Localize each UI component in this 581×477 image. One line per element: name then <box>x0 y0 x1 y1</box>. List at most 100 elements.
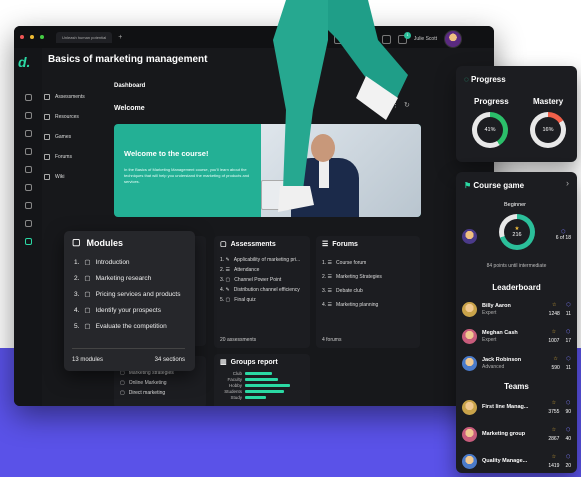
list-item[interactable]: 3. ☰ Debate club <box>316 286 420 296</box>
module-item-label: Identify your prospects <box>95 306 161 314</box>
alert-icon[interactable] <box>24 148 32 155</box>
mastery-ring: 16% <box>530 112 566 148</box>
document-icon: ▢ <box>84 323 91 330</box>
until-label: 84 points until intermediate <box>486 263 547 269</box>
team-row[interactable]: Quality Manage... ☆ 1419 ⬡ 20 <box>456 448 577 475</box>
list-item[interactable]: 3. ▢ Channel Power Point <box>214 275 310 285</box>
module-item[interactable]: 1. ▢ Introduction <box>64 254 195 270</box>
user-avatar <box>462 356 477 371</box>
progress-value: 41% <box>477 117 503 143</box>
document-icon: ▢ <box>84 307 91 314</box>
star-icon: ☆ <box>551 399 557 406</box>
list-item[interactable]: 4. ✎ Distribution channel efficiency <box>214 285 310 295</box>
groups-report-label: Hobby <box>228 382 242 388</box>
maximize-dot[interactable] <box>40 35 44 39</box>
document-icon <box>44 94 50 100</box>
user-avatar[interactable] <box>444 30 462 48</box>
list-item-label: Online Marketing <box>128 380 167 386</box>
list-icon: ☰ <box>322 241 329 248</box>
entry-points: 1248 <box>548 310 560 317</box>
groups-report-bar <box>245 377 278 381</box>
entry-points: 1007 <box>548 337 560 344</box>
groups-report-row: Study <box>218 394 310 400</box>
leaderboard-title: Leaderboard <box>492 283 541 292</box>
module-item-label: Marketing research <box>95 274 152 282</box>
settings-icon[interactable] <box>24 220 32 227</box>
team-row[interactable]: First line Manag... ☆ 3755 ⬡ 90 <box>456 394 577 421</box>
leaderboard-row[interactable]: Billy Aaron Expert ☆ 1248 ⬡ 11 <box>456 296 577 323</box>
leaderboard-row[interactable]: Jack Robinson Advanced ☆ 590 ⬡ 11 <box>456 350 577 377</box>
list-item[interactable]: 2. ☰ Attendance <box>214 265 310 275</box>
list-item[interactable]: 2. ☰ Marketing Strategies <box>316 272 420 282</box>
entry-values: ☆ 1419 ⬡ 20 <box>548 453 571 471</box>
group-icon[interactable] <box>24 202 32 209</box>
minimize-dot[interactable] <box>30 35 34 39</box>
points-col: ☆ 1419 <box>548 453 559 471</box>
shield-icon: ⬡ <box>566 453 571 460</box>
entry-name: Billy Aaron Expert <box>482 303 544 317</box>
forums-panel: ☰ Forums 1. ☰ Course forum 2. ☰ Marketing… <box>316 236 420 348</box>
sidebar-item-resources[interactable]: Resources <box>44 114 104 120</box>
list-item-label: Marketing Strategies <box>336 274 382 280</box>
document-icon: ▢ <box>220 241 227 248</box>
sidebar-item-forums[interactable]: Forums <box>44 154 104 160</box>
grid-icon[interactable] <box>24 184 32 191</box>
games-icon <box>44 134 50 140</box>
star-icon: ☆ <box>553 355 558 362</box>
module-item[interactable]: 3. ▢ Pricing services and products <box>64 286 195 302</box>
list-item[interactable]: ▢ Online Marketing <box>114 378 206 388</box>
list-item[interactable]: 5. ▢ Final quiz <box>214 295 310 305</box>
stats-icon[interactable] <box>24 112 32 119</box>
leaderboard-row[interactable]: Meghan Cash Expert ☆ 1007 ⬡ 17 <box>456 323 577 350</box>
assessments-title-text: Assessments <box>230 240 276 248</box>
points-center: ★ 216 <box>504 219 530 245</box>
entry-name: First line Manag... <box>482 404 543 411</box>
entry-name-text: Meghan Cash <box>482 329 518 336</box>
module-item[interactable]: 2. ▢ Marketing research <box>64 270 195 286</box>
sections-count: 34 sections <box>154 357 185 363</box>
entry-badges: 11 <box>565 364 571 371</box>
user-icon[interactable] <box>24 166 32 173</box>
points-col: ☆ 590 <box>551 355 559 373</box>
modules-card: ▢ Modules 1. ▢ Introduction 2. ▢ Marketing … <box>64 231 195 371</box>
home-icon[interactable] <box>24 94 32 101</box>
modules-footer: 13 modules 34 sections <box>72 357 185 363</box>
list-item[interactable]: ▢ Direct marketing <box>114 388 206 398</box>
star-icon: ☆ <box>551 426 557 433</box>
teams-title: Teams <box>504 382 529 391</box>
module-item[interactable]: 5. ▢ Evaluate the competition <box>64 318 195 334</box>
list-item[interactable]: 1. ✎ Applicability of marketing pri... <box>214 255 310 265</box>
entry-points: 1419 <box>548 462 560 469</box>
entry-badges: 90 <box>565 408 571 415</box>
divider <box>72 348 185 349</box>
user-avatar <box>462 329 477 344</box>
module-item-label: Introduction <box>95 258 130 266</box>
modules-title-text: Modules <box>86 237 124 248</box>
badges-col: ⬡ 90 <box>565 399 571 417</box>
module-item[interactable]: 4. ▢ Identify your prospects <box>64 302 195 318</box>
entry-values: ☆ 2867 ⬡ 40 <box>548 426 571 444</box>
list-item[interactable]: 1. ☰ Course forum <box>316 258 420 268</box>
list-item[interactable]: 4. ☰ Marketing planning <box>316 300 420 310</box>
course-title: Basics of marketing management <box>48 54 208 65</box>
sidebar-item-assessments[interactable]: Assessments <box>44 94 104 100</box>
close-dot[interactable] <box>20 35 24 39</box>
browser-tab[interactable]: Unleash human potential <box>56 31 113 43</box>
star-icon: ☆ <box>551 328 557 335</box>
people-icon[interactable] <box>24 238 32 245</box>
module-item-label: Pricing services and products <box>95 290 181 298</box>
entry-name: Quality Manage... <box>482 458 543 465</box>
entry-values: ☆ 3755 ⬡ 90 <box>548 399 571 417</box>
sidebar-item-games[interactable]: Games <box>44 134 104 140</box>
new-tab-button[interactable]: + <box>118 34 122 41</box>
sidebar-item-label: Wiki <box>55 174 65 180</box>
team-row[interactable]: Marketing group ☆ 2867 ⬡ 40 <box>456 421 577 448</box>
progress-card-title: ◌ Progress <box>464 75 506 84</box>
modules-title: ▢ Modules <box>64 231 195 254</box>
groups-report-bar <box>245 371 272 375</box>
book-icon[interactable] <box>24 130 32 137</box>
chevron-right-icon[interactable]: › <box>566 178 569 188</box>
points-col: ☆ 3755 <box>548 399 559 417</box>
shield-icon: ⬡ <box>566 399 571 406</box>
sidebar-item-wiki[interactable]: Wiki <box>44 174 104 180</box>
